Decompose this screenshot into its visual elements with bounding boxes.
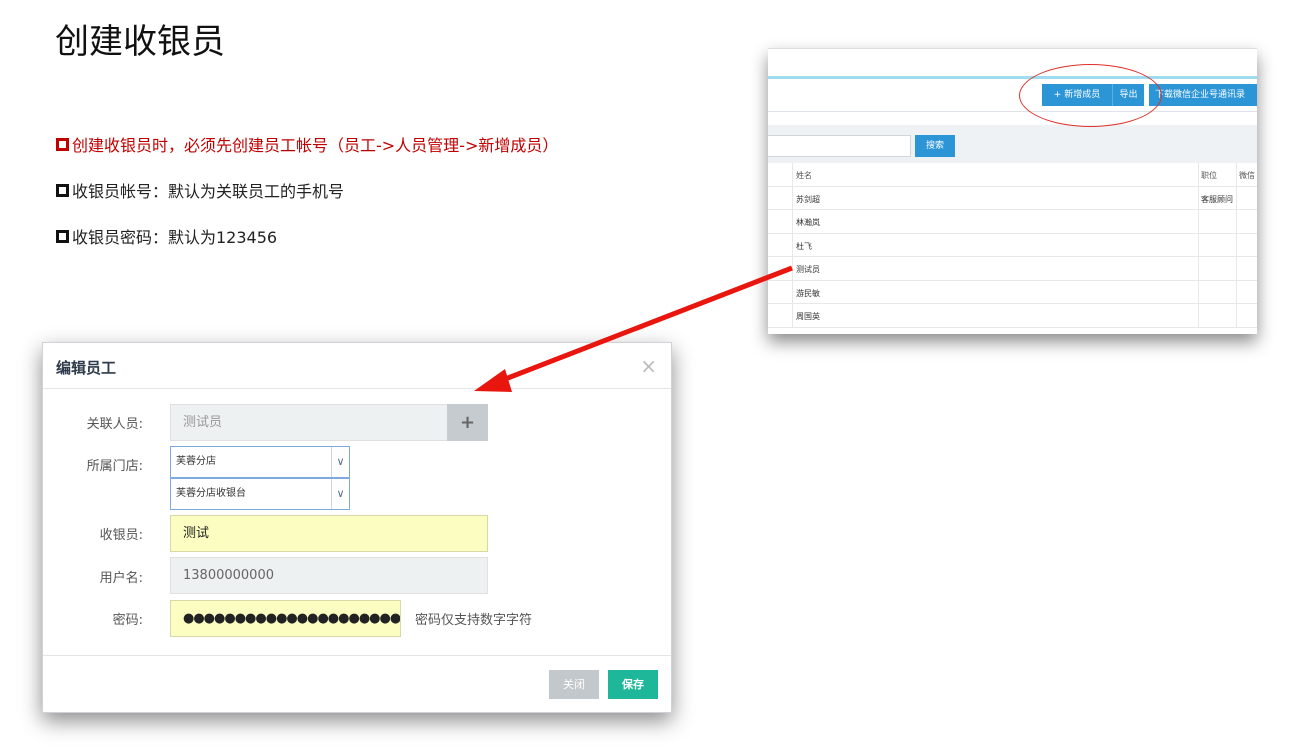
arrow-shaft	[499, 265, 793, 384]
annotation-arrow	[474, 265, 793, 392]
arrow-head	[474, 369, 512, 392]
